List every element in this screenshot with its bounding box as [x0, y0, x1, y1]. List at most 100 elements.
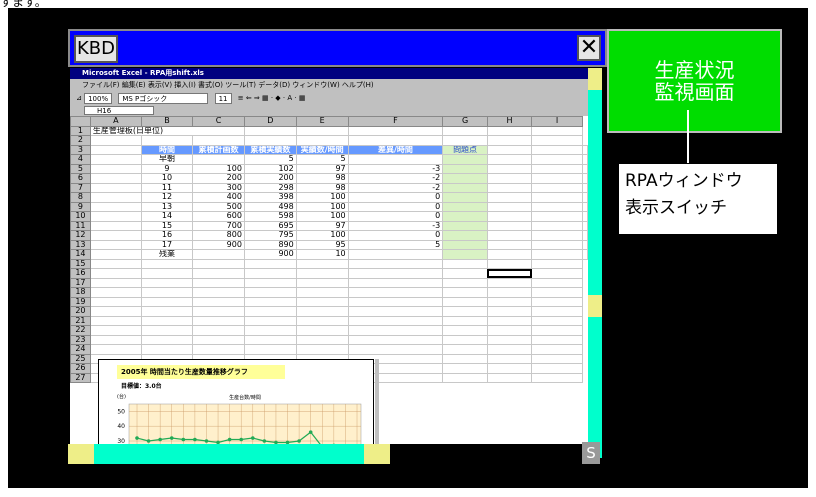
row-header[interactable]: 18 [70, 287, 91, 298]
plan-cell[interactable]: 400 [192, 192, 245, 203]
issue-cell[interactable] [442, 201, 488, 212]
cell[interactable] [531, 277, 583, 288]
cell[interactable] [89, 315, 142, 326]
issue-cell[interactable] [442, 249, 488, 260]
table-header[interactable]: 実績数/時間 [295, 144, 349, 155]
cell[interactable] [442, 353, 488, 364]
cell[interactable] [531, 220, 583, 231]
cell[interactable] [582, 230, 588, 241]
cell[interactable] [89, 135, 142, 146]
row-header[interactable]: 11 [70, 220, 91, 231]
cell[interactable] [295, 268, 349, 279]
format-icons[interactable]: ≡ ⇐ ⇒ ▦ · ◆ · A · ▦ [238, 94, 306, 102]
cell[interactable] [295, 334, 349, 345]
cell[interactable] [243, 258, 297, 269]
row-header[interactable]: 15 [70, 258, 91, 269]
column-header[interactable]: F [347, 116, 444, 127]
cell[interactable] [192, 135, 245, 146]
cell[interactable] [486, 230, 533, 241]
cell[interactable] [486, 192, 533, 203]
row-header[interactable]: 26 [70, 363, 91, 374]
zoom-select[interactable]: 100% [84, 92, 113, 104]
diff-cell[interactable]: -3 [347, 220, 444, 231]
cell[interactable] [192, 344, 245, 355]
diff-cell[interactable]: 0 [347, 192, 444, 203]
cell[interactable] [243, 334, 297, 345]
diff-cell[interactable]: 5 [347, 239, 444, 250]
cell[interactable] [89, 154, 142, 165]
cell[interactable] [486, 201, 533, 212]
cell[interactable] [89, 287, 142, 298]
cell[interactable] [140, 315, 194, 326]
per-hour-cell[interactable]: 100 [295, 211, 349, 222]
cell[interactable] [295, 135, 349, 146]
per-hour-cell[interactable]: 100 [295, 192, 349, 203]
cell[interactable] [89, 163, 142, 174]
cell[interactable] [89, 306, 142, 317]
cell[interactable] [442, 372, 488, 383]
row-header[interactable]: 16 [70, 268, 91, 279]
cell[interactable] [531, 154, 583, 165]
cell[interactable] [89, 249, 142, 260]
per-hour-cell[interactable]: 100 [295, 201, 349, 212]
cell[interactable] [243, 268, 297, 279]
actual-cell[interactable]: 695 [243, 220, 297, 231]
column-header[interactable]: H [486, 116, 533, 127]
cell[interactable] [486, 163, 533, 174]
cell[interactable] [486, 277, 533, 288]
cell[interactable] [347, 334, 444, 345]
cell[interactable] [140, 268, 194, 279]
close-button[interactable]: ✕ [577, 35, 601, 61]
row-header[interactable]: 20 [70, 306, 91, 317]
cell[interactable] [582, 163, 588, 174]
cell[interactable] [486, 287, 533, 298]
cell[interactable] [442, 258, 488, 269]
cell[interactable] [582, 182, 588, 193]
cell[interactable] [486, 296, 533, 307]
cell[interactable] [140, 287, 194, 298]
cell[interactable] [140, 344, 194, 355]
diff-cell[interactable]: -2 [347, 173, 444, 184]
cell[interactable] [89, 220, 142, 231]
time-cell[interactable]: 13 [140, 201, 194, 212]
per-hour-cell[interactable]: 97 [295, 163, 349, 174]
cell[interactable] [486, 144, 533, 155]
cell[interactable] [192, 306, 245, 317]
cell[interactable] [89, 230, 142, 241]
bottom-scroll-bar[interactable] [68, 444, 368, 464]
cell[interactable] [347, 306, 444, 317]
plan-cell[interactable]: 100 [192, 163, 245, 174]
plan-cell[interactable]: 200 [192, 173, 245, 184]
cell[interactable] [192, 287, 245, 298]
cell[interactable] [531, 211, 583, 222]
excel-menu-bar[interactable]: ファイル(F) 編集(E) 表示(V) 挿入(I) 書式(O) ツール(T) デ… [70, 79, 588, 91]
cell[interactable] [140, 325, 194, 336]
cell[interactable] [531, 325, 583, 336]
cell[interactable] [582, 173, 588, 184]
cell[interactable] [89, 211, 142, 222]
sheet-title[interactable]: 生産管理板(日単位) [89, 125, 245, 136]
table-header[interactable]: 時間 [140, 144, 194, 155]
cell[interactable] [531, 163, 583, 174]
cell[interactable] [531, 144, 583, 155]
cell[interactable] [140, 306, 194, 317]
cell[interactable] [347, 277, 444, 288]
cell[interactable] [486, 249, 533, 260]
time-cell[interactable]: 9 [140, 163, 194, 174]
cell[interactable] [347, 325, 444, 336]
cell[interactable] [89, 325, 142, 336]
cell[interactable] [486, 182, 533, 193]
cell[interactable] [531, 268, 583, 279]
cell[interactable] [295, 277, 349, 288]
issue-cell[interactable] [442, 173, 488, 184]
cell[interactable] [89, 334, 142, 345]
column-header[interactable]: I [531, 116, 583, 127]
cell[interactable] [243, 135, 297, 146]
cell[interactable] [486, 325, 533, 336]
row-header[interactable]: 14 [70, 249, 91, 260]
cell[interactable] [442, 363, 488, 374]
cell[interactable] [442, 268, 488, 279]
cell[interactable] [89, 296, 142, 307]
cell[interactable] [140, 258, 194, 269]
cell[interactable] [89, 277, 142, 288]
